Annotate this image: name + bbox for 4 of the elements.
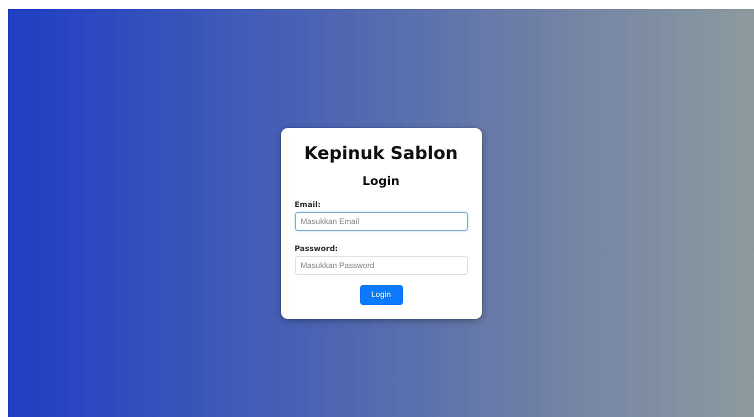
input-field[interactable]: Masukkan Email [294,212,468,230]
app-title: Kepinuk Sablon [303,144,459,164]
login-heading: Login [361,174,401,188]
login-button[interactable]: Login [360,284,402,304]
